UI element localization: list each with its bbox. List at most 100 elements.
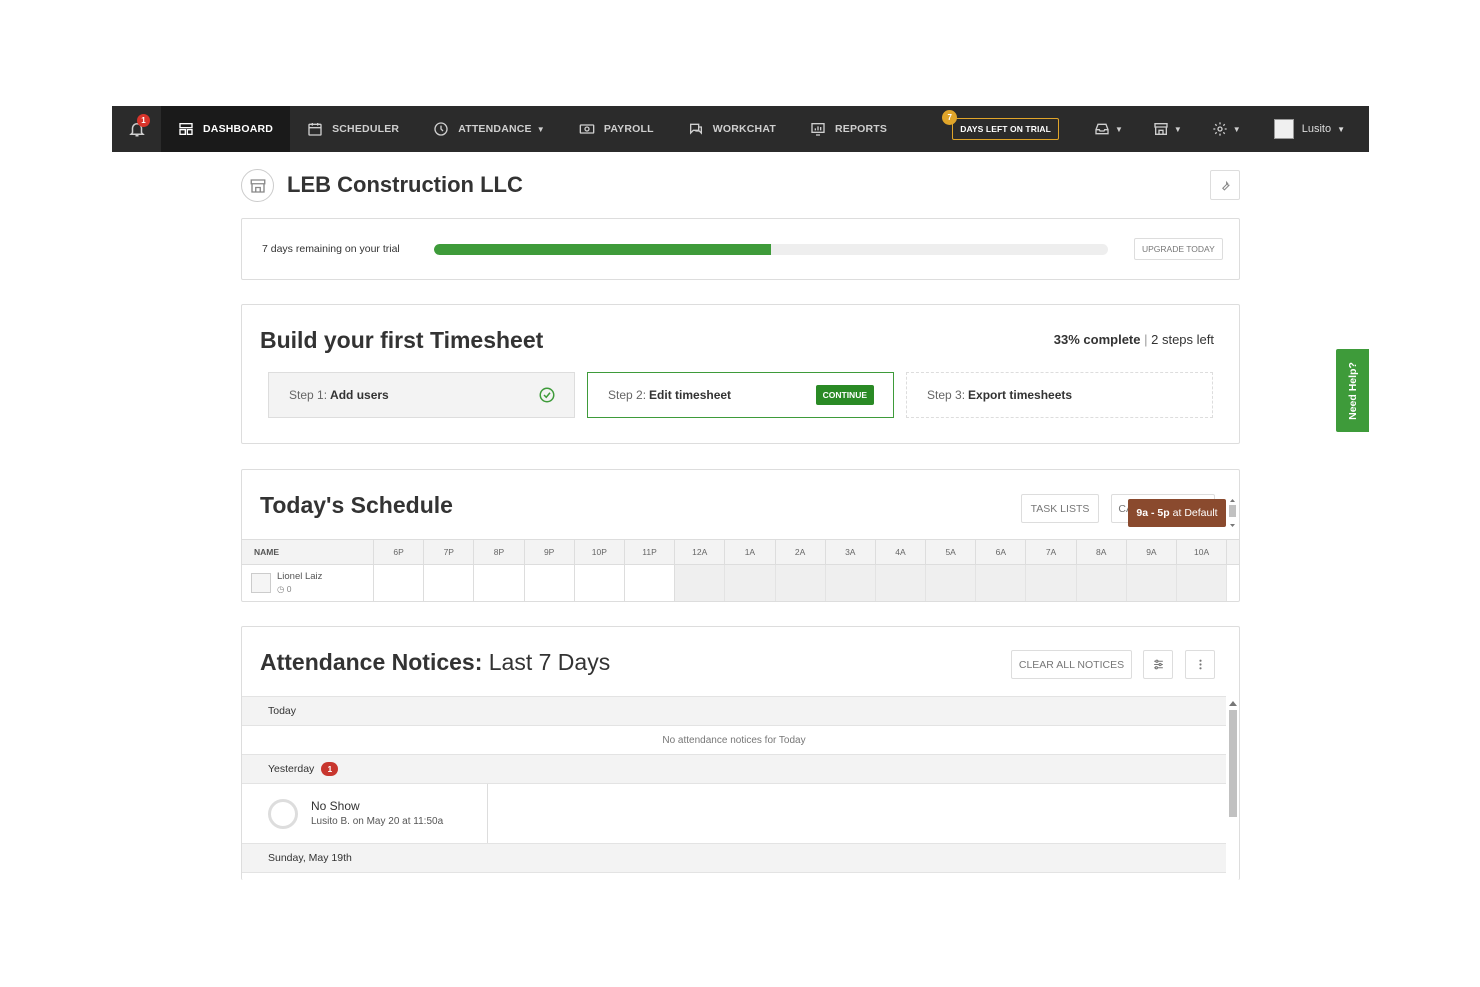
- schedule-cell[interactable]: [1026, 565, 1077, 601]
- steps-left: 2 steps left: [1151, 332, 1214, 347]
- schedule-cell[interactable]: [424, 565, 475, 601]
- hour-header: 4A: [876, 540, 927, 564]
- schedule-cell[interactable]: [525, 565, 575, 601]
- more-options-button[interactable]: [1185, 650, 1215, 679]
- schedule-grid-header: NAME 6P 7P 8P 9P 10P 11P 12A 1A 2A 3A 4A 5A 6A 7A 8A 9A…: [242, 539, 1239, 565]
- employee-hours: ◷ 0: [277, 583, 322, 595]
- schedule-cell[interactable]: [1126, 565, 1177, 601]
- notice-text: No Show Lusito B. on May 20 at 11:50a: [311, 798, 443, 829]
- table-row: Lionel Laiz ◷ 0: [242, 565, 1239, 601]
- notifications-badge: 1: [137, 114, 150, 127]
- trial-indicator[interactable]: 7 DAYS LEFT ON TRIAL: [942, 110, 1059, 140]
- nav-reports[interactable]: REPORTS: [793, 106, 904, 152]
- nav-attendance-label: ATTENDANCE: [458, 123, 532, 135]
- nav-attendance[interactable]: ATTENDANCE ▼: [416, 106, 562, 152]
- notice-no-show[interactable]: No Show Lusito B. on May 20 at 11:50a: [242, 784, 488, 843]
- schedule-cell[interactable]: [976, 565, 1027, 601]
- schedule-cell[interactable]: [926, 565, 977, 601]
- employee-cell[interactable]: Lionel Laiz ◷ 0: [242, 565, 374, 601]
- hour-header: 9A: [1127, 540, 1177, 564]
- user-avatar: [1273, 119, 1294, 139]
- filter-button[interactable]: [1143, 650, 1173, 679]
- group-header-sunday: Sunday, May 19th: [242, 843, 1226, 873]
- upgrade-today-button[interactable]: UPGRADE TODAY: [1134, 238, 1223, 260]
- schedule-cell[interactable]: [374, 565, 425, 601]
- step3-name: Export timesheets: [968, 388, 1073, 402]
- schedule-cell[interactable]: [825, 565, 876, 601]
- scrollbar-thumb[interactable]: [1229, 710, 1237, 817]
- build-timesheet-card: Build your first Timesheet 33% complete …: [241, 304, 1240, 444]
- hour-header: 5A: [926, 540, 977, 564]
- chat-icon: [689, 123, 702, 135]
- build-timesheet-title: Build your first Timesheet: [260, 327, 544, 353]
- step2-name: Edit timesheet: [649, 388, 732, 402]
- nav-payroll-label: PAYROLL: [603, 123, 654, 135]
- hour-header: 2A: [776, 540, 826, 564]
- nav-scheduler[interactable]: SCHEDULER: [290, 106, 416, 152]
- hour-header: 1A: [725, 540, 776, 564]
- schedule-cell[interactable]: [625, 565, 676, 601]
- schedule-grid: NAME 6P 7P 8P 9P 10P 11P 12A 1A 2A 3A 4A 5A 6A 7A 8A 9A…: [242, 539, 1239, 601]
- employee-hours-value: 0: [286, 584, 292, 594]
- schedule-cell[interactable]: [1076, 565, 1127, 601]
- chevron-down-icon: ▼: [1337, 124, 1345, 134]
- store-icon: [1154, 123, 1168, 135]
- gear-icon: [1213, 122, 1227, 136]
- shift-time: 9a - 5p: [1136, 507, 1170, 519]
- nav-workchat[interactable]: WORKCHAT: [671, 106, 793, 152]
- check-circle-icon: [539, 387, 555, 403]
- complete-percent: 33% complete: [1053, 332, 1141, 347]
- nav-scheduler-label: SCHEDULER: [332, 123, 400, 135]
- notifications-button[interactable]: 1: [112, 106, 161, 152]
- wrench-icon: [1221, 180, 1230, 191]
- hour-header: 10P: [575, 540, 625, 564]
- nav-payroll[interactable]: PAYROLL: [562, 106, 671, 152]
- trial-progress-fill: [434, 244, 771, 255]
- nav-dashboard-label: DASHBOARD: [203, 123, 274, 135]
- attendance-notices-card: Attendance Notices: Last 7 Days CLEAR AL…: [241, 626, 1240, 880]
- continue-button[interactable]: CONTINUE: [815, 385, 874, 405]
- hour-header: 11P: [625, 540, 676, 564]
- money-icon: [579, 124, 595, 134]
- clear-all-notices-button[interactable]: CLEAR ALL NOTICES: [1011, 650, 1132, 679]
- user-menu[interactable]: Lusito ▼: [1256, 106, 1369, 152]
- task-lists-button[interactable]: TASK LISTS: [1021, 494, 1099, 523]
- edit-company-button[interactable]: [1210, 170, 1240, 200]
- trial-progress-bar: [434, 244, 1108, 255]
- group-sunday-label: Sunday, May 19th: [268, 852, 352, 864]
- nav-dashboard[interactable]: DASHBOARD: [161, 106, 291, 152]
- group-header-today: Today: [242, 696, 1226, 726]
- schedule-cell[interactable]: [725, 565, 776, 601]
- settings-menu[interactable]: ▼: [1197, 106, 1256, 152]
- store-menu[interactable]: ▼: [1138, 106, 1197, 152]
- shift-block[interactable]: 9a - 5p at Default: [1128, 499, 1226, 527]
- sliders-icon: [1153, 659, 1163, 670]
- step-add-users[interactable]: Step 1: Add users: [268, 372, 575, 418]
- schedule-scrollbar[interactable]: [1227, 497, 1238, 529]
- step1-name: Add users: [330, 388, 389, 402]
- chart-icon: [811, 123, 825, 136]
- schedule-cell[interactable]: [474, 565, 525, 601]
- need-help-label: Need Help?: [1346, 361, 1359, 420]
- attendance-title: Attendance Notices: Last 7 Days: [260, 649, 610, 676]
- need-help-tab[interactable]: Need Help?: [1336, 349, 1369, 432]
- clock-icon: ◷: [277, 584, 285, 594]
- scroll-up-icon: [1229, 701, 1237, 706]
- chevron-down-icon: ▼: [536, 124, 545, 134]
- attendance-title-bold: Attendance Notices:: [260, 649, 483, 675]
- schedule-cell[interactable]: [775, 565, 826, 601]
- step-export-timesheets[interactable]: Step 3: Export timesheets: [906, 372, 1213, 418]
- hour-header: 7P: [424, 540, 475, 564]
- step-edit-timesheet[interactable]: Step 2: Edit timesheet CONTINUE: [587, 372, 894, 418]
- schedule-cell[interactable]: [1177, 565, 1228, 601]
- schedule-cell[interactable]: [675, 565, 726, 601]
- name-column-header: NAME: [242, 540, 374, 564]
- inbox-menu[interactable]: ▼: [1079, 106, 1138, 152]
- progress-separator: |: [1144, 332, 1148, 347]
- attendance-scrollbar[interactable]: [1227, 698, 1239, 880]
- hour-header: 10A: [1177, 540, 1228, 564]
- avatar: [268, 798, 298, 829]
- schedule-cell[interactable]: [875, 565, 927, 601]
- schedule-cell[interactable]: [575, 565, 625, 601]
- step2-prefix: Step 2:: [608, 388, 647, 402]
